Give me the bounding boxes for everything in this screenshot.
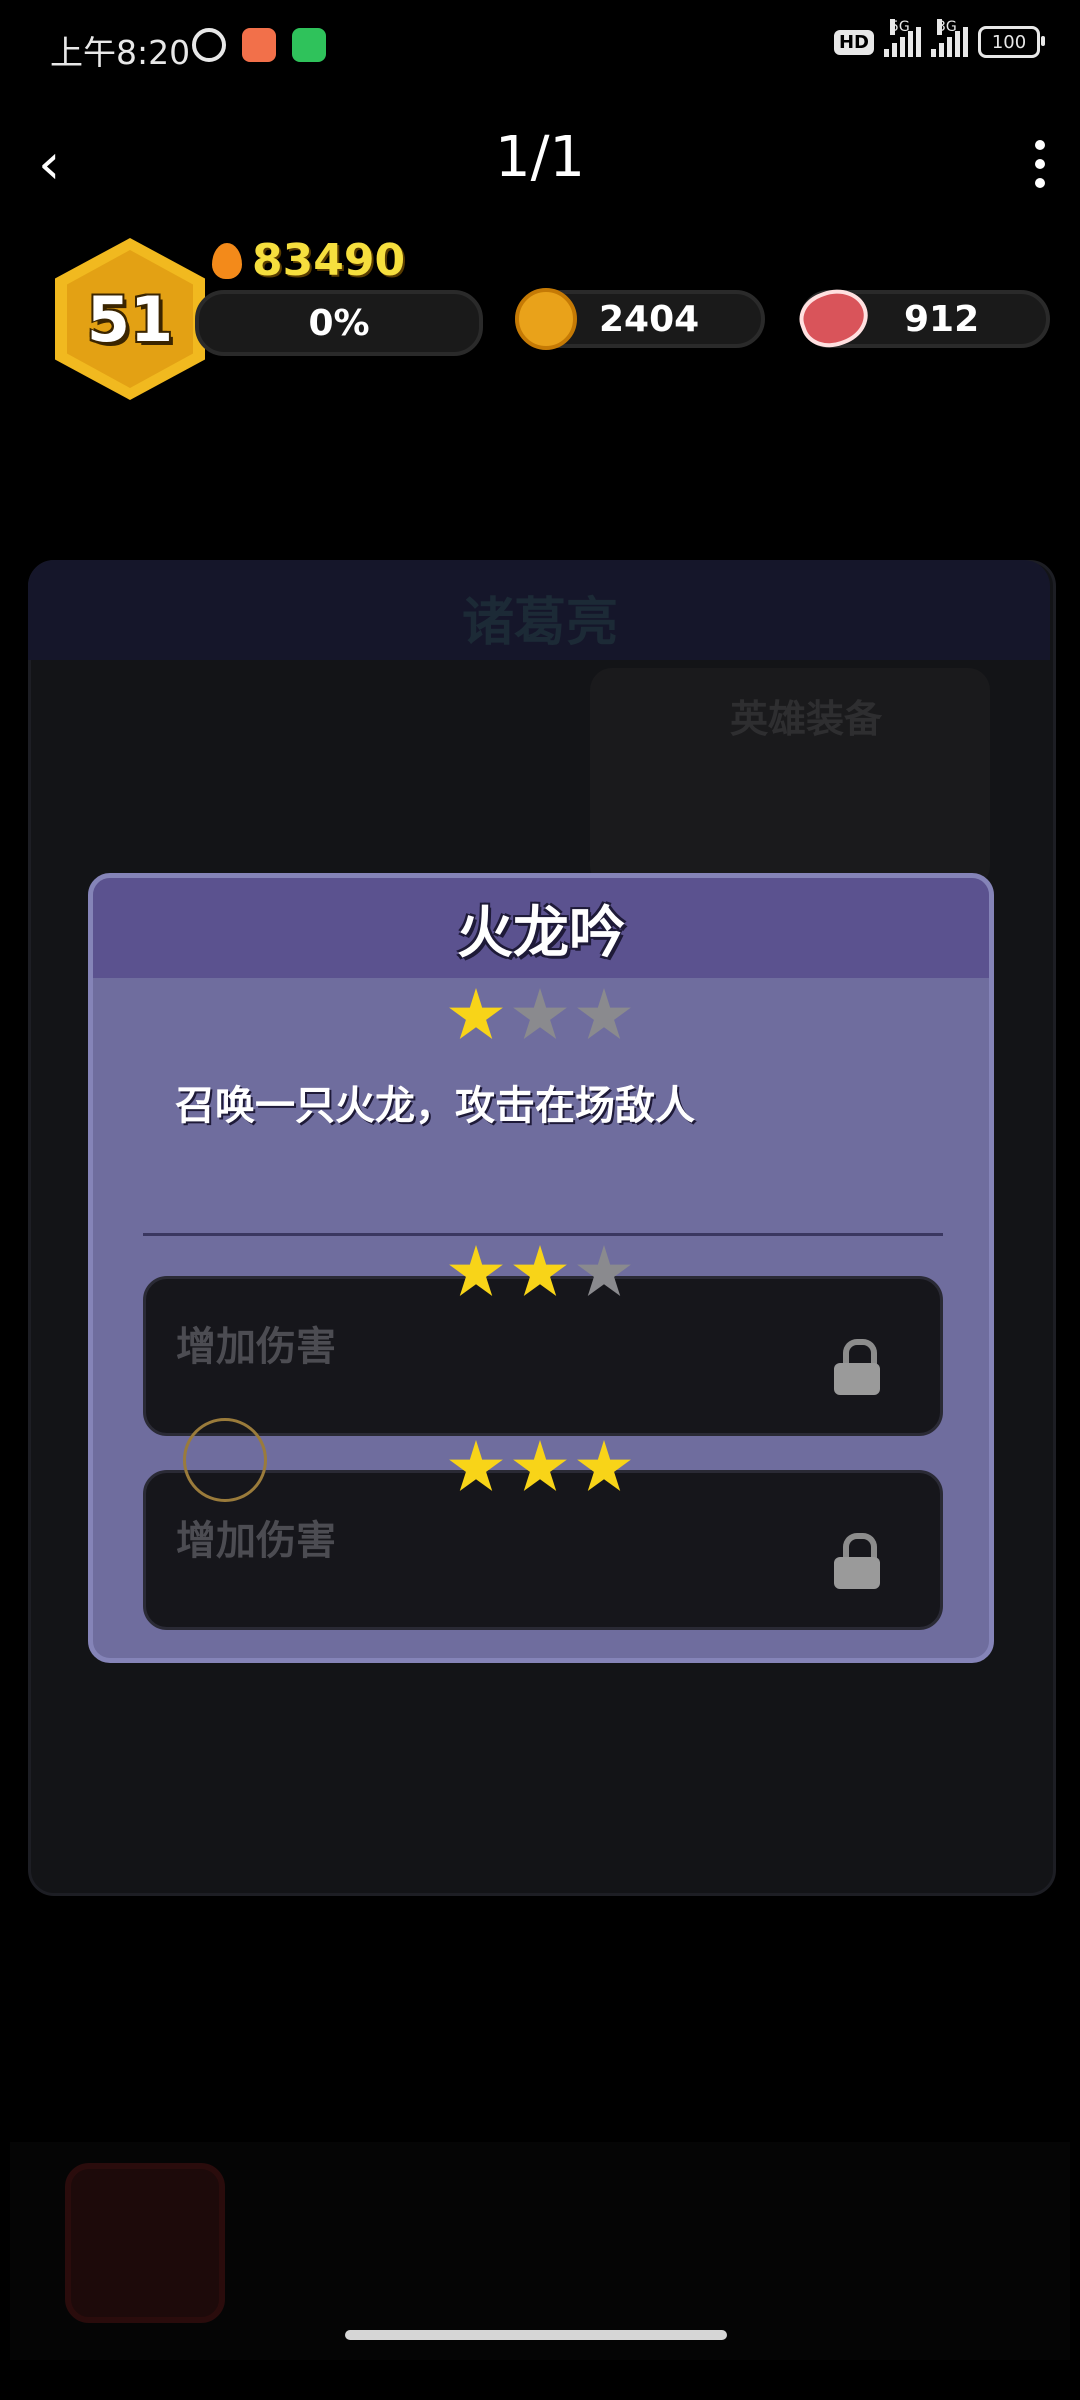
level-badge: 51	[55, 238, 205, 400]
status-bar: 上午8:20 HD 5G 3G 100	[0, 0, 1080, 95]
status-time: 上午8:20	[50, 33, 191, 72]
modal-header: 火龙吟	[93, 878, 989, 978]
power-value: 83490	[252, 235, 406, 286]
alarm-icon	[192, 28, 226, 62]
star-filled-icon	[513, 1245, 567, 1296]
hero-name: 诸葛亮	[461, 593, 618, 653]
lock-icon	[834, 1339, 880, 1395]
upgrade-label: 增加伤害	[176, 1518, 336, 1564]
hero-equipment-label: 英雄装备	[730, 697, 883, 741]
star-empty-icon	[513, 988, 567, 1039]
upgrade-tier-3-stars	[448, 1440, 632, 1496]
star-filled-icon	[577, 1440, 631, 1491]
star-filled-icon	[449, 988, 503, 1039]
more-options-icon[interactable]	[1030, 140, 1050, 188]
level-value: 51	[67, 250, 193, 388]
battery-level: 100	[991, 31, 1027, 53]
star-filled-icon	[513, 1440, 567, 1491]
skill-detail-modal: 火龙吟 召唤一只火龙，攻击在场敌人 增加伤害 增加伤害	[88, 873, 994, 1663]
star-filled-icon	[449, 1440, 503, 1491]
exp-progress-text: 0%	[308, 302, 370, 344]
lock-icon	[834, 1533, 880, 1589]
star-empty-icon	[577, 1245, 631, 1296]
wechat-icon	[292, 28, 326, 62]
coin-icon	[515, 288, 577, 350]
return-button[interactable]	[65, 2163, 225, 2323]
signal-5g-icon: 5G	[884, 19, 921, 57]
power-display: 83490	[212, 235, 405, 286]
upgrade-tier-2-stars	[448, 1245, 632, 1301]
coins-value: 2404	[599, 298, 700, 340]
skill-title: 火龙吟	[457, 900, 625, 966]
status-indicators: HD 5G 3G 100	[833, 19, 1045, 58]
page-counter: 1/1	[494, 125, 586, 190]
star-filled-icon	[449, 1245, 503, 1296]
signal-3g-icon: 3G	[931, 19, 968, 57]
hd-badge: HD	[833, 29, 874, 55]
notification-app-icon	[242, 28, 276, 62]
skill-description: 召唤一只火龙，攻击在场敌人	[175, 1083, 695, 1129]
star-empty-icon	[577, 988, 631, 1039]
battery-icon: 100	[978, 26, 1045, 58]
upgrade-label: 增加伤害	[176, 1324, 336, 1370]
current-star-rating	[448, 988, 632, 1044]
exp-progress-bar: 0%	[195, 290, 483, 356]
fire-icon	[212, 242, 242, 279]
touch-ring	[183, 1418, 267, 1502]
home-indicator[interactable]	[345, 2330, 727, 2340]
meat-value: 912	[904, 298, 980, 340]
divider	[143, 1233, 943, 1236]
